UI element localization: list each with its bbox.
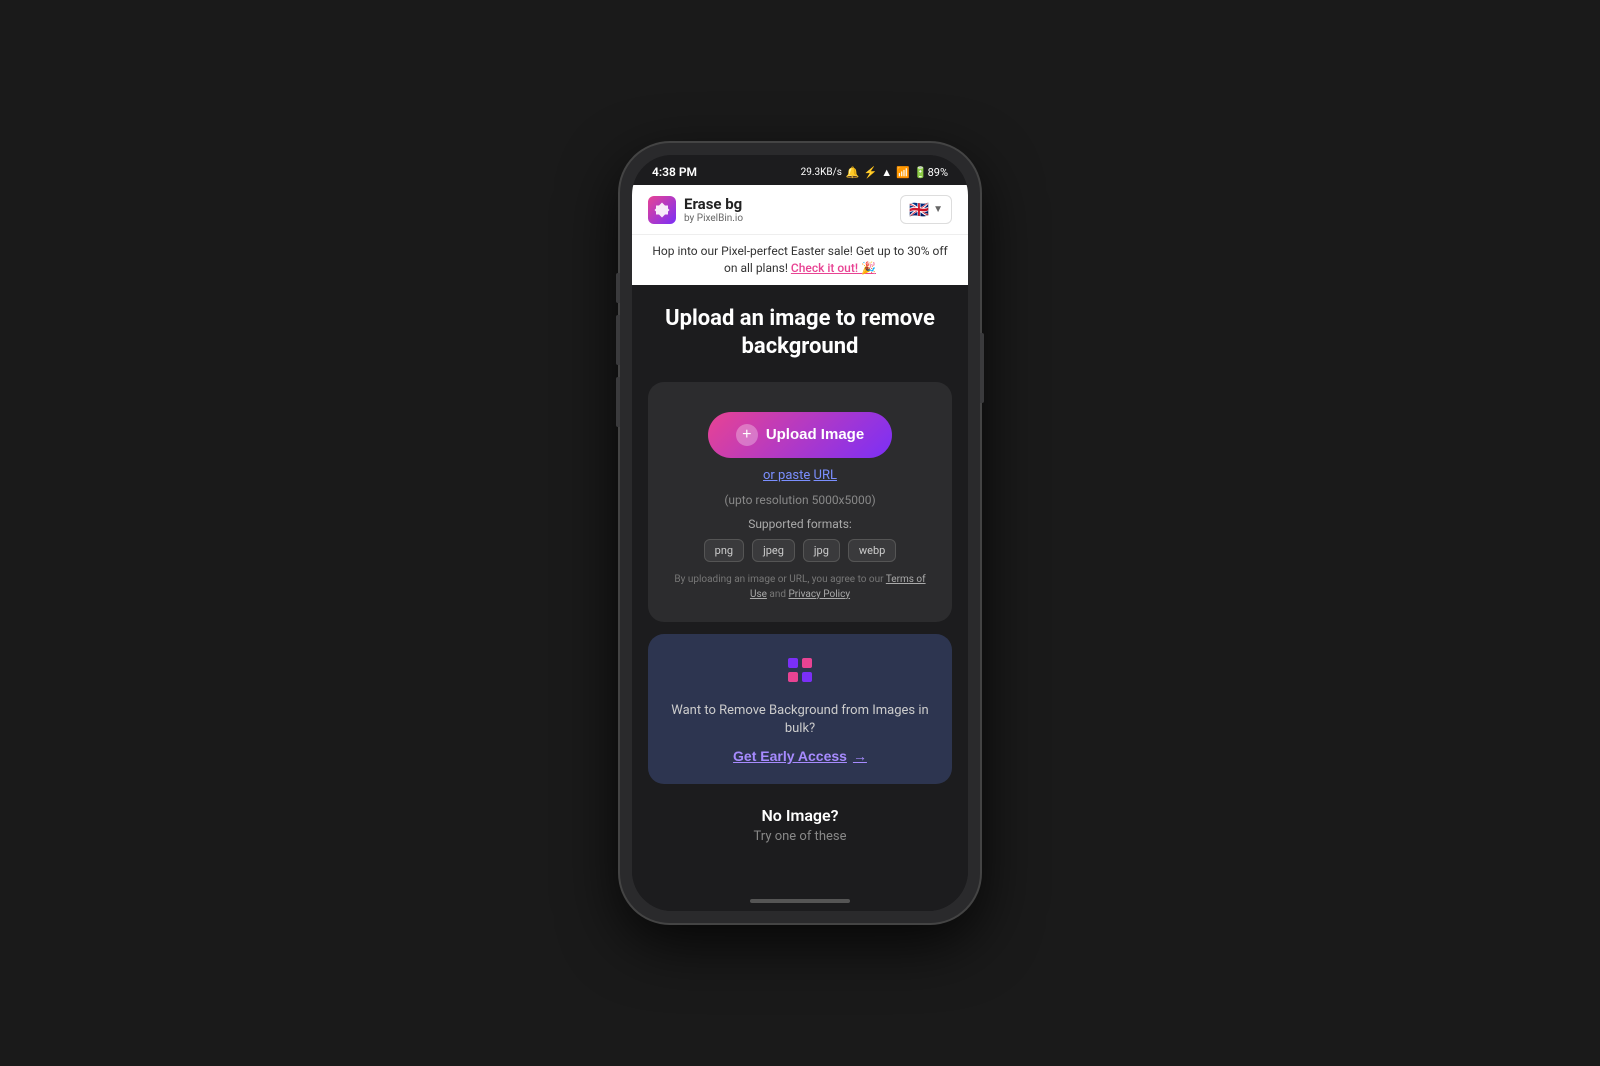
early-access-button[interactable]: Get Early Access → — [733, 748, 867, 764]
plus-icon: + — [736, 424, 758, 446]
logo-area: Erase bg by PixelBin.io — [648, 195, 743, 224]
no-image-title: No Image? — [648, 806, 952, 825]
url-link[interactable]: URL — [814, 468, 837, 483]
data-speed: 29.3KB/s — [801, 167, 842, 178]
paste-url-area: or paste URL — [763, 468, 837, 483]
privacy-policy-link[interactable]: Privacy Policy — [788, 589, 850, 600]
format-badges: png jpeg jpg webp — [668, 539, 932, 562]
app-subtitle: by PixelBin.io — [684, 213, 743, 224]
terms-text: By uploading an image or URL, you agree … — [668, 572, 932, 602]
format-png: png — [704, 539, 744, 562]
resolution-text: (upto resolution 5000x5000) — [724, 493, 875, 507]
formats-section: Supported formats: png jpeg jpg webp — [668, 517, 932, 562]
status-bar: 4:38 PM 29.3KB/s 🔔 ⚡ ▲ 📶 🔋89% — [632, 155, 968, 185]
page-title: Upload an image to remove background — [648, 305, 952, 362]
format-jpeg: jpeg — [752, 539, 795, 562]
and-text: and — [769, 589, 786, 600]
upload-button-label: Upload Image — [766, 426, 864, 443]
signal-bars: ▲ — [881, 166, 892, 179]
upload-image-button[interactable]: + Upload Image — [708, 412, 892, 458]
phone-screen: 4:38 PM 29.3KB/s 🔔 ⚡ ▲ 📶 🔋89% — [632, 155, 968, 911]
power-button — [980, 333, 984, 403]
home-indicator — [632, 891, 968, 911]
language-selector[interactable]: 🇬🇧 ▼ — [900, 195, 952, 224]
terms-prefix: By uploading an image or URL, you agree … — [674, 574, 883, 585]
logo-text: Erase bg by PixelBin.io — [684, 195, 743, 224]
flag-icon: 🇬🇧 — [909, 200, 929, 219]
status-icons: 29.3KB/s 🔔 ⚡ ▲ 📶 🔋89% — [801, 166, 948, 179]
bulk-icon — [784, 654, 816, 692]
status-time: 4:38 PM — [652, 165, 697, 179]
volume-up-button — [616, 315, 620, 365]
mute-button — [616, 273, 620, 303]
formats-label: Supported formats: — [668, 517, 932, 531]
arrow-right-icon: → — [853, 748, 867, 764]
try-text: Try one of these — [648, 829, 952, 844]
app-header: Erase bg by PixelBin.io 🇬🇧 ▼ — [632, 185, 968, 234]
no-image-section: No Image? Try one of these — [648, 796, 952, 854]
promo-link[interactable]: Check it out! 🎉 — [791, 261, 876, 275]
bluetooth-icon: ⚡ — [864, 166, 878, 179]
wifi-icon: 📶 — [896, 166, 910, 179]
chevron-down-icon: ▼ — [933, 204, 943, 215]
bulk-text: Want to Remove Background from Images in… — [668, 702, 932, 738]
upload-card: + Upload Image or paste URL (upto resolu… — [648, 382, 952, 622]
paste-label: or paste — [763, 468, 810, 483]
early-access-label: Get Early Access — [733, 748, 847, 764]
promo-banner: Hop into our Pixel-perfect Easter sale! … — [632, 234, 968, 285]
format-jpg: jpg — [803, 539, 840, 562]
app-logo-icon — [648, 196, 676, 224]
format-webp: webp — [848, 539, 896, 562]
phone-device: 4:38 PM 29.3KB/s 🔔 ⚡ ▲ 📶 🔋89% — [620, 143, 980, 923]
battery-icon: 🔋89% — [914, 166, 948, 179]
bulk-card: Want to Remove Background from Images in… — [648, 634, 952, 784]
app-name: Erase bg — [684, 195, 743, 213]
main-content: Upload an image to remove background + U… — [632, 285, 968, 891]
notification-icon: 🔔 — [846, 166, 860, 179]
home-bar — [750, 899, 850, 903]
volume-down-button — [616, 377, 620, 427]
